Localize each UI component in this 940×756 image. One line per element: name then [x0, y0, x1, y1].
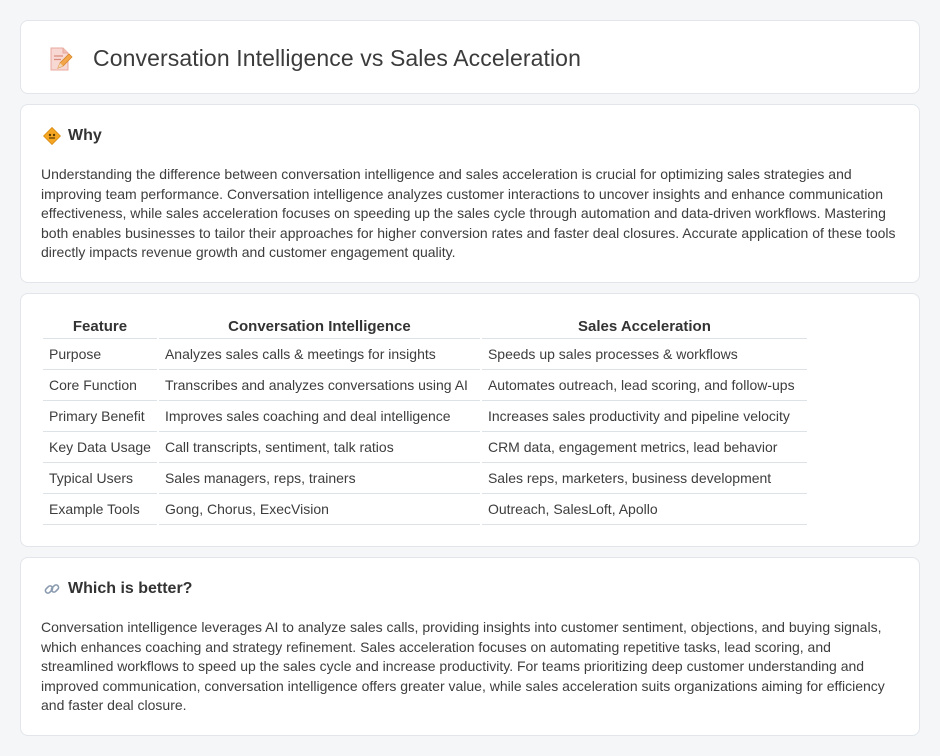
road-sign-icon [43, 127, 61, 145]
comparison-table: Feature Conversation Intelligence Sales … [43, 316, 807, 525]
ci-cell: Gong, Chorus, ExecVision [156, 493, 481, 525]
sa-cell: Sales reps, marketers, business developm… [479, 462, 807, 494]
feature-cell: Purpose [43, 338, 158, 370]
table-row: Typical Users Sales managers, reps, trai… [43, 462, 807, 494]
header-feature: Feature [43, 316, 158, 339]
table-row: Key Data Usage Call transcripts, sentime… [43, 431, 807, 463]
table-header-row: Feature Conversation Intelligence Sales … [43, 316, 807, 339]
ci-cell: Transcribes and analyzes conversations u… [156, 369, 481, 401]
sa-cell: Outreach, SalesLoft, Apollo [479, 493, 807, 525]
sa-cell: CRM data, engagement metrics, lead behav… [479, 431, 807, 463]
link-icon [44, 584, 60, 594]
table-row: Core Function Transcribes and analyzes c… [43, 369, 807, 401]
header-sales-acceleration: Sales Acceleration [479, 316, 807, 339]
table-row: Purpose Analyzes sales calls & meetings … [43, 338, 807, 370]
document-pencil-icon [50, 47, 73, 70]
why-heading: Why [68, 127, 102, 144]
which-is-better-text: Conversation intelligence leverages AI t… [41, 619, 885, 713]
feature-cell: Key Data Usage [43, 431, 158, 463]
which-is-better-section: Which is better? Conversation intelligen… [20, 557, 920, 736]
sa-cell: Speeds up sales processes & workflows [479, 338, 807, 370]
sa-cell: Automates outreach, lead scoring, and fo… [479, 369, 807, 401]
feature-cell: Typical Users [43, 462, 158, 494]
feature-cell: Primary Benefit [43, 400, 158, 432]
comparison-table-card: Feature Conversation Intelligence Sales … [20, 293, 920, 547]
table-row: Primary Benefit Improves sales coaching … [43, 400, 807, 432]
table-row: Example Tools Gong, Chorus, ExecVision O… [43, 493, 807, 525]
title-card: Conversation Intelligence vs Sales Accel… [20, 20, 920, 94]
why-text: Understanding the difference between con… [41, 166, 896, 260]
ci-cell: Improves sales coaching and deal intelli… [156, 400, 481, 432]
ci-cell: Sales managers, reps, trainers [156, 462, 481, 494]
header-conversation-intelligence: Conversation Intelligence [156, 316, 481, 339]
ci-cell: Call transcripts, sentiment, talk ratios [156, 431, 481, 463]
ci-cell: Analyzes sales calls & meetings for insi… [156, 338, 481, 370]
which-is-better-heading: Which is better? [68, 580, 193, 597]
sa-cell: Increases sales productivity and pipelin… [479, 400, 807, 432]
page-title: Conversation Intelligence vs Sales Accel… [93, 45, 581, 71]
feature-cell: Core Function [43, 369, 158, 401]
why-section: Why Understanding the difference between… [20, 104, 920, 283]
feature-cell: Example Tools [43, 493, 158, 525]
